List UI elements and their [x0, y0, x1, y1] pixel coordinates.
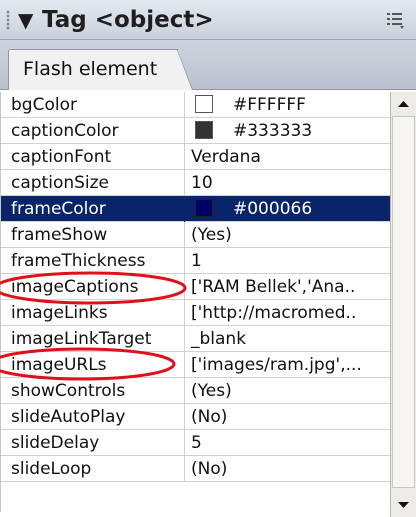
- property-name: slideAutoPlay: [11, 407, 126, 427]
- tab-strip: Flash element: [0, 40, 416, 90]
- property-value[interactable]: #000066: [191, 198, 389, 220]
- color-swatch[interactable]: [195, 121, 213, 139]
- property-name: frameThickness: [11, 251, 146, 271]
- property-name: frameShow: [11, 225, 108, 245]
- property-row-captionsize[interactable]: captionSize 10: [1, 170, 391, 196]
- options-menu-icon[interactable]: [386, 10, 406, 30]
- property-row-framethickness[interactable]: frameThickness 1: [1, 248, 391, 274]
- property-row-imagelinks[interactable]: imageLinks ['http://macromed..: [1, 300, 391, 326]
- property-row-bgcolor[interactable]: bgColor #FFFFFF: [1, 92, 391, 118]
- property-value[interactable]: (Yes): [191, 380, 389, 402]
- tab-flash-element[interactable]: Flash element: [8, 49, 193, 90]
- panel-title[interactable]: Tag <object>: [42, 6, 214, 34]
- property-value[interactable]: 1: [191, 250, 389, 272]
- property-row-slideautoplay[interactable]: slideAutoPlay (No): [1, 404, 391, 430]
- property-row-showcontrols[interactable]: showControls (Yes): [1, 378, 391, 404]
- property-name: captionSize: [11, 173, 110, 193]
- panel-titlebar: ▼ Tag <object>: [0, 0, 416, 40]
- property-value[interactable]: ['http://macromed..: [191, 302, 389, 324]
- property-value[interactable]: ['images/ram.jpg',...: [191, 354, 389, 376]
- property-row-imagelinktarget[interactable]: imageLinkTarget _blank: [1, 326, 391, 352]
- property-name: imageLinkTarget: [11, 329, 152, 349]
- property-name: slideLoop: [11, 459, 92, 479]
- property-name: frameColor: [11, 199, 106, 219]
- scroll-down-icon[interactable]: [392, 493, 415, 516]
- property-value-text: #FFFFFF: [233, 95, 306, 115]
- property-value[interactable]: 5: [191, 432, 389, 454]
- property-row-slidedelay[interactable]: slideDelay 5: [1, 430, 391, 456]
- property-name: bgColor: [11, 95, 77, 115]
- property-name: showControls: [11, 381, 126, 401]
- color-swatch[interactable]: [195, 199, 213, 217]
- property-value[interactable]: (Yes): [191, 224, 389, 246]
- property-value-text: #333333: [233, 121, 313, 141]
- property-value[interactable]: 10: [191, 172, 389, 194]
- property-name: imageURLs: [11, 355, 107, 375]
- property-value-text: #000066: [233, 199, 313, 219]
- scroll-thumb[interactable]: [392, 116, 415, 488]
- property-value[interactable]: #333333: [191, 120, 389, 142]
- property-grid: bgColor #FFFFFF captionColor #333333 cap…: [0, 92, 391, 512]
- property-row-framecolor[interactable]: frameColor #000066: [1, 196, 391, 222]
- color-swatch[interactable]: [195, 95, 213, 113]
- property-row-imagecaptions[interactable]: imageCaptions ['RAM Bellek','Ana..: [1, 274, 391, 300]
- scroll-up-icon[interactable]: [392, 93, 415, 116]
- property-name: captionFont: [11, 147, 112, 167]
- vertical-scrollbar[interactable]: [390, 92, 416, 517]
- property-value[interactable]: Verdana: [191, 146, 389, 168]
- property-value[interactable]: #FFFFFF: [191, 94, 389, 116]
- property-row-captionfont[interactable]: captionFont Verdana: [1, 144, 391, 170]
- property-row-slideloop[interactable]: slideLoop (No): [1, 456, 391, 482]
- property-row-imageurls[interactable]: imageURLs ['images/ram.jpg',...: [1, 352, 391, 378]
- property-name: imageLinks: [11, 303, 108, 323]
- collapse-arrow-icon[interactable]: ▼: [18, 6, 33, 34]
- tab-label: Flash element: [23, 58, 158, 80]
- panel-grip-handle[interactable]: [6, 10, 10, 30]
- property-value[interactable]: ['RAM Bellek','Ana..: [191, 276, 389, 298]
- property-row-frameshow[interactable]: frameShow (Yes): [1, 222, 391, 248]
- property-value[interactable]: (No): [191, 458, 389, 480]
- property-value[interactable]: (No): [191, 406, 389, 428]
- property-name: captionColor: [11, 121, 119, 141]
- property-name: imageCaptions: [11, 277, 139, 297]
- property-value[interactable]: _blank: [191, 328, 389, 350]
- property-row-captioncolor[interactable]: captionColor #333333: [1, 118, 391, 144]
- property-name: slideDelay: [11, 433, 100, 453]
